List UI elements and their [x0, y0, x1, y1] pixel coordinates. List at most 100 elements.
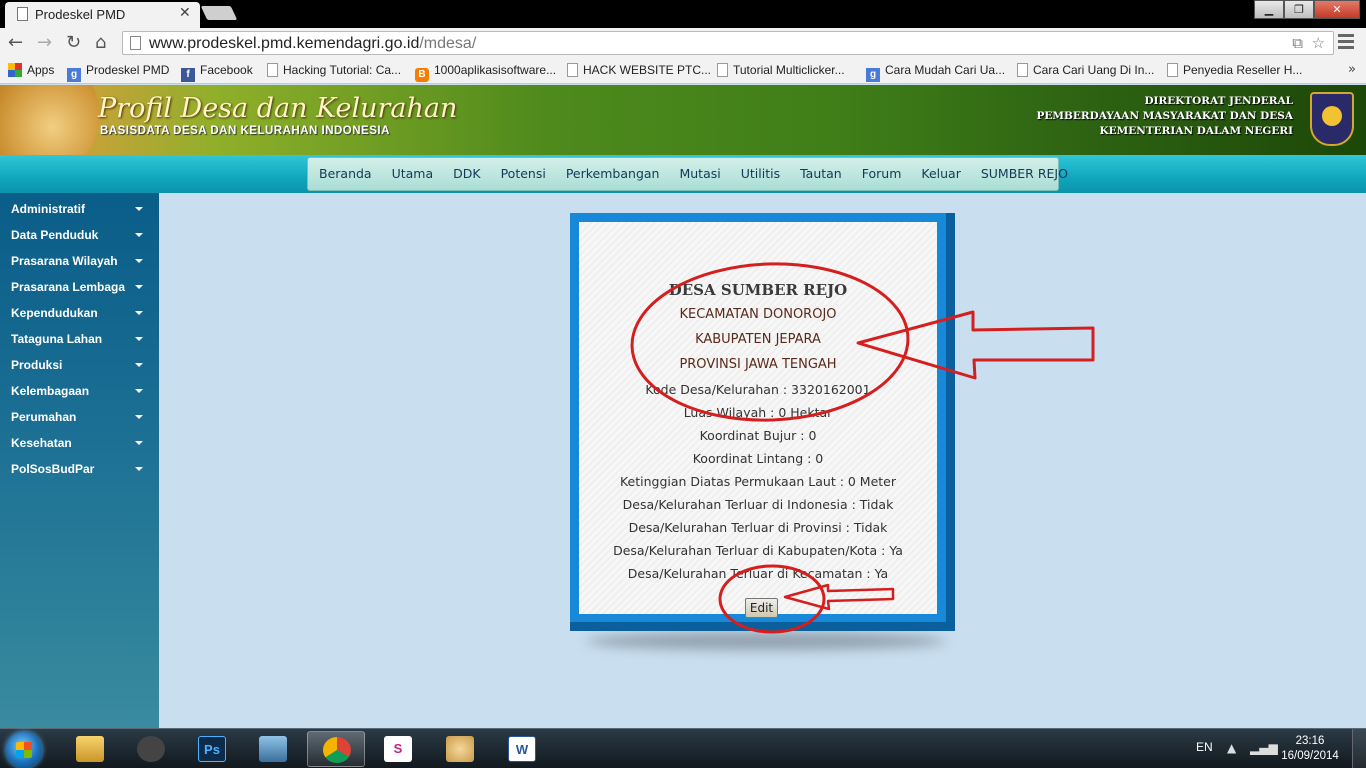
menu-forum[interactable]: Forum [852, 158, 912, 190]
tab-close-icon[interactable]: ✕ [179, 5, 191, 21]
reload-icon[interactable]: ↻ [66, 32, 81, 53]
sidebar-item-administratif[interactable]: Administratif [0, 195, 159, 221]
village-name: DESA SUMBER REJO [668, 281, 848, 299]
new-tab-button[interactable] [200, 6, 238, 20]
taskbar-chrome[interactable] [307, 731, 365, 767]
taskbar-explorer[interactable] [61, 731, 119, 767]
bookmark-hacking-tutorial[interactable]: Hacking Tutorial: Ca... [267, 63, 401, 77]
caret-down-icon [135, 415, 143, 419]
sidebar-item-perumahan[interactable]: Perumahan [0, 403, 159, 429]
sidebar-item-kelembagaan[interactable]: Kelembagaan [0, 377, 159, 403]
tray-expand-icon[interactable]: ▲ [1227, 741, 1236, 755]
bookmark-star-icon[interactable]: ☆ [1312, 34, 1325, 52]
edit-button[interactable]: Edit [745, 598, 778, 618]
sidebar-item-label: Kesehatan [11, 436, 72, 450]
village-kecamatan: KECAMATAN DONOROJO [679, 307, 837, 322]
village-provinsi: PROVINSI JAWA TENGAH [679, 357, 837, 372]
taskbar-photoshop[interactable]: Ps [183, 731, 241, 767]
page-icon [1017, 63, 1028, 77]
menu-tautan[interactable]: Tautan [790, 158, 852, 190]
taskbar-computer[interactable] [244, 731, 302, 767]
sidebar-item-data-penduduk[interactable]: Data Penduduk [0, 221, 159, 247]
app-s-icon: S [384, 736, 412, 762]
detail-kode-desa: Kode Desa/Kelurahan : 3320162001 [645, 382, 871, 397]
menu-potensi[interactable]: Potensi [491, 158, 556, 190]
sidebar-item-label: Kependudukan [11, 306, 98, 320]
close-window-button[interactable]: ✕ [1314, 0, 1360, 19]
clock-date: 16/09/2014 [1281, 750, 1339, 762]
detail-koordinat-bujur: Koordinat Bujur : 0 [699, 428, 817, 443]
chrome-menu-icon[interactable] [1338, 34, 1354, 52]
more-bookmarks-icon[interactable]: » [1348, 62, 1356, 77]
bookmark-tutorial-multiclicker[interactable]: Tutorial Multiclicker... [717, 63, 845, 77]
menu-perkembangan[interactable]: Perkembangan [556, 158, 670, 190]
browser-titlebar: Prodeskel PMD ✕ ▁ ❐ ✕ [0, 0, 1366, 28]
bookmark-1000aplikasi[interactable]: B 1000aplikasisoftware... [415, 63, 556, 82]
sidebar-item-label: Tataguna Lahan [11, 332, 103, 346]
taskbar-camera[interactable] [122, 731, 180, 767]
address-bar[interactable]: www.prodeskel.pmd.kemendagri.go.id/mdesa… [122, 31, 1334, 55]
ministry-line: PEMBERDAYAAN MASYARAKAT DAN DESA [1036, 110, 1293, 122]
caret-down-icon [135, 389, 143, 393]
bookmark-cara-cari-uang[interactable]: Cara Cari Uang Di In... [1017, 63, 1154, 77]
network-signal-icon[interactable]: ▂▄▆ [1250, 741, 1278, 755]
browser-tab[interactable]: Prodeskel PMD ✕ [5, 2, 200, 28]
bookmark-cara-mudah[interactable]: g Cara Mudah Cari Ua... [866, 63, 1005, 82]
sidebar-item-kesehatan[interactable]: Kesehatan [0, 429, 159, 455]
restore-button[interactable]: ❐ [1284, 0, 1314, 19]
chrome-icon [323, 737, 351, 763]
sidebar-item-polsosbudpar[interactable]: PolSosBudPar [0, 455, 159, 481]
ministry-line: DIREKTORAT JENDERAL [1144, 95, 1293, 107]
menu-utilitis[interactable]: Utilitis [731, 158, 790, 190]
sidebar-item-label: Administratif [11, 202, 86, 216]
menu-keluar[interactable]: Keluar [911, 158, 970, 190]
folder-icon [76, 736, 104, 762]
detail-terluar-kabupaten: Desa/Kelurahan Terluar di Kabupaten/Kota… [613, 543, 903, 558]
caret-down-icon [135, 337, 143, 341]
globe-map-icon [0, 85, 100, 155]
clock-time: 23:16 [1295, 735, 1325, 747]
taskbar-word[interactable]: W [493, 731, 551, 767]
bookmark-penyedia-reseller[interactable]: Penyedia Reseller H... [1167, 63, 1302, 77]
kemendagri-emblem-icon [1310, 92, 1354, 146]
site-subtitle: BASISDATA DESA DAN KELURAHAN INDONESIA [100, 125, 390, 137]
menu-ddk[interactable]: DDK [443, 158, 490, 190]
sidebar: Administratif Data Penduduk Prasarana Wi… [0, 193, 159, 728]
village-profile-card: DESA SUMBER REJO KECAMATAN DONOROJO KABU… [570, 213, 955, 631]
bookmark-label: Cara Cari Uang Di In... [1033, 63, 1155, 77]
taskbar-paint[interactable] [431, 731, 489, 767]
system-clock[interactable]: 23:16 16/09/2014 [1280, 734, 1340, 764]
bookmark-apps[interactable]: Apps [8, 63, 54, 77]
home-icon[interactable]: ⌂ [95, 32, 106, 53]
bookmark-prodeskel[interactable]: g Prodeskel PMD [67, 63, 169, 82]
sidebar-item-kependudukan[interactable]: Kependudukan [0, 299, 159, 325]
menu-mutasi[interactable]: Mutasi [669, 158, 730, 190]
caret-down-icon [135, 259, 143, 263]
computer-icon [259, 736, 287, 762]
taskbar-app-s[interactable]: S [369, 731, 427, 767]
menu-sumber-rejo[interactable]: SUMBER REJO [971, 158, 1078, 190]
sidebar-item-prasarana-lembaga[interactable]: Prasarana Lembaga [0, 273, 159, 299]
forward-arrow-icon[interactable]: → [37, 32, 52, 53]
sidebar-item-prasarana-wilayah[interactable]: Prasarana Wilayah [0, 247, 159, 273]
minimize-button[interactable]: ▁ [1254, 0, 1284, 19]
menu-utama[interactable]: Utama [382, 158, 444, 190]
translate-icon[interactable]: ⧉ [1292, 34, 1303, 52]
back-arrow-icon[interactable]: ← [8, 32, 23, 53]
show-desktop-button[interactable] [1352, 729, 1366, 768]
bookmark-hack-website[interactable]: HACK WEBSITE PTC... [567, 63, 711, 77]
menu-beranda[interactable]: Beranda [309, 158, 382, 190]
bookmark-label: Hacking Tutorial: Ca... [283, 63, 402, 77]
caret-down-icon [135, 207, 143, 211]
caret-down-icon [135, 285, 143, 289]
start-button[interactable] [6, 732, 42, 768]
url-host: www.prodeskel.pmd.kemendagri.go.id [149, 35, 420, 52]
sidebar-item-produksi[interactable]: Produksi [0, 351, 159, 377]
page-info-icon[interactable] [130, 36, 141, 50]
sidebar-item-tataguna-lahan[interactable]: Tataguna Lahan [0, 325, 159, 351]
language-indicator[interactable]: EN [1196, 740, 1213, 754]
detail-koordinat-lintang: Koordinat Lintang : 0 [692, 451, 824, 466]
card-shadow [586, 632, 946, 650]
bookmark-facebook[interactable]: f Facebook [181, 63, 253, 82]
sidebar-item-label: Prasarana Lembaga [11, 280, 126, 294]
